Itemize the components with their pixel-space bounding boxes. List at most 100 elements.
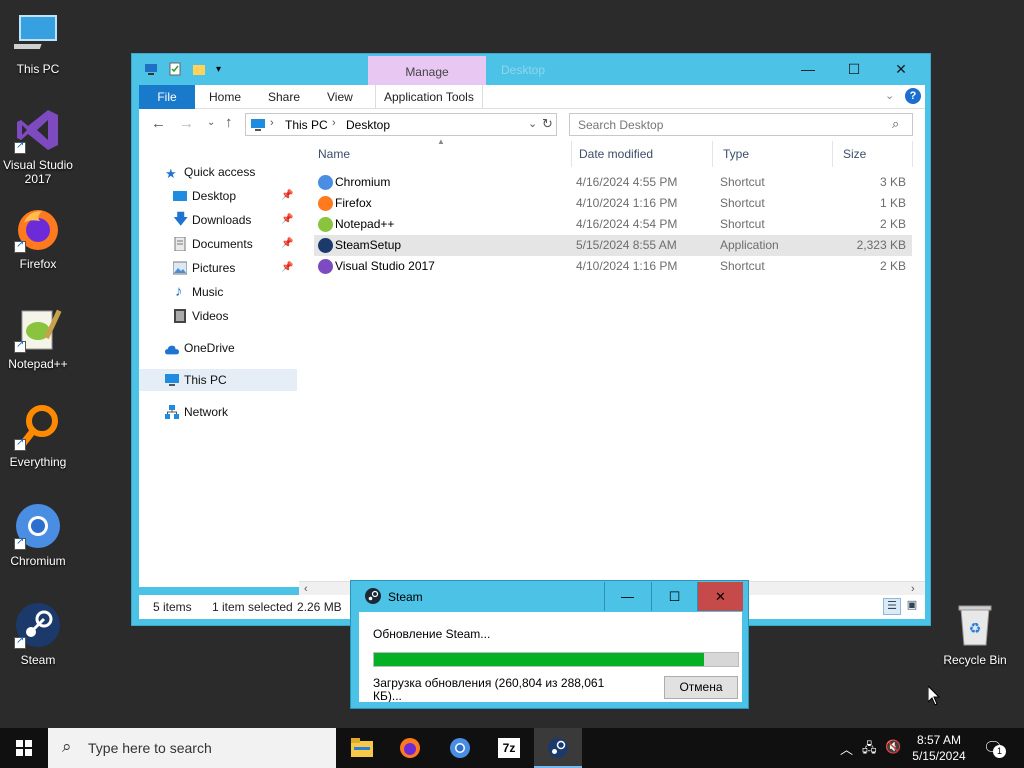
minimize-button[interactable]: —	[785, 54, 831, 84]
nav-documents[interactable]: Documents 📌	[139, 233, 297, 255]
window-title: Desktop	[501, 63, 546, 77]
taskbar-file-explorer[interactable]	[338, 728, 386, 768]
pin-icon[interactable]: 📌	[281, 185, 293, 207]
column-header-date-modified[interactable]: Date modified	[569, 141, 713, 167]
pin-icon[interactable]: 📌	[281, 233, 293, 255]
steam-dialog-body: Обновление Steam... Загрузка обновления …	[359, 612, 742, 702]
steam-dialog-titlebar[interactable]: Steam — ☐ ✕	[351, 581, 748, 612]
column-header-type[interactable]: Type	[713, 141, 833, 167]
desktop-icon-everything[interactable]: Everything	[0, 403, 76, 469]
status-item-count: 5 items	[153, 600, 192, 614]
desktop-icon-label: Recycle Bin	[943, 653, 1007, 667]
notepad-plus-plus-icon	[318, 217, 333, 232]
taskbar-search-box[interactable]: ⌕ Type here to search	[48, 728, 336, 768]
desktop-icon-this-pc[interactable]: This PC	[0, 10, 76, 76]
notification-count-badge: 1	[993, 745, 1006, 758]
maximize-button[interactable]: ☐	[831, 54, 877, 84]
explorer-titlebar[interactable]: ▾ Manage Desktop — ☐ ✕	[132, 54, 930, 86]
desktop-icon-steam[interactable]: Steam	[0, 601, 76, 667]
taskbar-chromium[interactable]	[436, 728, 484, 768]
steam-close-button[interactable]: ✕	[697, 582, 743, 611]
file-row[interactable]: Chromium 4/16/2024 4:55 PM Shortcut 3 KB	[314, 172, 912, 193]
column-header-name[interactable]: Name	[308, 141, 572, 167]
shortcut-arrow-icon	[14, 437, 26, 451]
network-status-icon[interactable]: 🖧	[862, 739, 877, 761]
pin-icon[interactable]: 📌	[281, 257, 293, 279]
nav-videos[interactable]: Videos	[139, 305, 297, 327]
clock-time: 8:57 AM	[916, 733, 962, 747]
forward-arrow-icon[interactable]: →	[179, 115, 194, 132]
tab-application-tools[interactable]: Application Tools	[375, 85, 483, 109]
details-view-icon[interactable]: ☰	[883, 598, 901, 615]
maximize-icon: ☐	[668, 589, 681, 604]
file-type: Shortcut	[720, 259, 765, 273]
properties-icon[interactable]	[168, 62, 182, 76]
scroll-left-icon[interactable]: ‹	[304, 583, 308, 595]
manage-context-tab[interactable]: Manage	[368, 56, 486, 86]
tab-share[interactable]: Share	[268, 85, 300, 109]
back-arrow-icon[interactable]: ←	[151, 115, 166, 132]
scroll-right-icon[interactable]: ›	[911, 583, 915, 595]
new-folder-icon[interactable]	[192, 62, 206, 76]
volume-muted-icon[interactable]: 🔇	[885, 739, 901, 755]
tab-file[interactable]: File	[139, 85, 195, 109]
file-row[interactable]: Visual Studio 2017 4/10/2024 1:16 PM Short…	[314, 256, 912, 277]
breadcrumb-this-pc[interactable]: This PC	[285, 118, 328, 132]
file-row[interactable]: SteamSetup 5/15/2024 8:55 AM Application 2,…	[314, 235, 912, 256]
breadcrumb-desktop[interactable]: Desktop	[346, 118, 390, 132]
taskbar-firefox[interactable]	[386, 728, 434, 768]
nav-this-pc[interactable]: This PC	[139, 369, 297, 391]
recent-locations-chevron-icon[interactable]: ⌄	[207, 117, 215, 128]
download-arrow-icon: 🡇	[173, 211, 189, 228]
file-type: Shortcut	[720, 217, 765, 231]
action-center-button[interactable]: 🗨 1	[980, 736, 1008, 760]
nav-pictures[interactable]: Pictures 📌	[139, 257, 297, 279]
pin-icon[interactable]: 📌	[281, 209, 293, 231]
desktop-icon-firefox[interactable]: Firefox	[0, 205, 76, 271]
column-header-size[interactable]: Size	[833, 141, 913, 167]
search-box[interactable]: Search Desktop ⌕	[569, 113, 913, 136]
show-hidden-icons-chevron-icon[interactable]: ︿	[840, 739, 853, 758]
help-icon[interactable]: ?	[905, 88, 921, 104]
address-bar[interactable]: › This PC › Desktop ⌄ ↻	[245, 113, 557, 136]
cancel-button[interactable]: Отмена	[664, 676, 738, 699]
file-row[interactable]: Firefox 4/10/2024 1:16 PM Shortcut 1 KB	[314, 193, 912, 214]
search-icon[interactable]: ⌕	[892, 116, 899, 132]
expand-ribbon-chevron-icon[interactable]: ⌄	[885, 89, 894, 102]
large-icons-view-icon[interactable]: ▣	[903, 598, 921, 615]
tab-home[interactable]: Home	[209, 85, 241, 109]
nav-quick-access[interactable]: ★ Quick access	[139, 161, 297, 183]
search-input[interactable]: Search Desktop	[578, 118, 663, 132]
address-dropdown-chevron-icon[interactable]: ⌄	[528, 117, 537, 130]
nav-onedrive[interactable]: OneDrive	[139, 337, 297, 359]
taskbar-7zip[interactable]: 7z	[485, 728, 533, 768]
desktop-icon-chromium[interactable]: Chromium	[0, 502, 76, 568]
close-button[interactable]: ✕	[878, 54, 924, 84]
nav-desktop[interactable]: Desktop 📌	[139, 185, 297, 207]
nav-downloads[interactable]: 🡇 Downloads 📌	[139, 209, 297, 231]
steam-minimize-button[interactable]: —	[604, 582, 650, 611]
taskbar-steam[interactable]	[534, 728, 582, 768]
file-explorer-folder-icon	[351, 738, 373, 757]
up-arrow-icon[interactable]: ↑	[225, 114, 233, 131]
refresh-icon[interactable]: ↻	[542, 116, 553, 132]
tab-view[interactable]: View	[327, 85, 353, 109]
desktop-icon-visual-studio[interactable]: Visual Studio 2017	[0, 106, 76, 186]
start-button[interactable]	[0, 728, 48, 768]
nav-music[interactable]: ♪ Music	[139, 281, 297, 303]
status-selection-size: 2.26 MB	[297, 600, 342, 614]
steam-maximize-button[interactable]: ☐	[651, 582, 697, 611]
file-type: Shortcut	[720, 196, 765, 210]
nav-network[interactable]: Network	[139, 401, 297, 423]
file-type: Shortcut	[720, 175, 765, 189]
file-row[interactable]: Notepad++ 4/16/2024 4:54 PM Shortcut 2 KB	[314, 214, 912, 235]
desktop-icon-recycle-bin[interactable]: ♻ Recycle Bin	[937, 601, 1013, 667]
file-name: Visual Studio 2017	[335, 259, 435, 273]
taskbar-search-input[interactable]: Type here to search	[88, 740, 212, 756]
file-name: SteamSetup	[335, 238, 402, 252]
desktop-icon-notepad-plus-plus[interactable]: Notepad++	[0, 305, 76, 371]
customize-toolbar-chevron-icon[interactable]: ▾	[216, 64, 221, 75]
taskbar-clock[interactable]: 8:57 AM 5/15/2024	[904, 732, 974, 764]
svg-text:♻: ♻	[969, 621, 982, 637]
computer-icon	[145, 64, 157, 75]
